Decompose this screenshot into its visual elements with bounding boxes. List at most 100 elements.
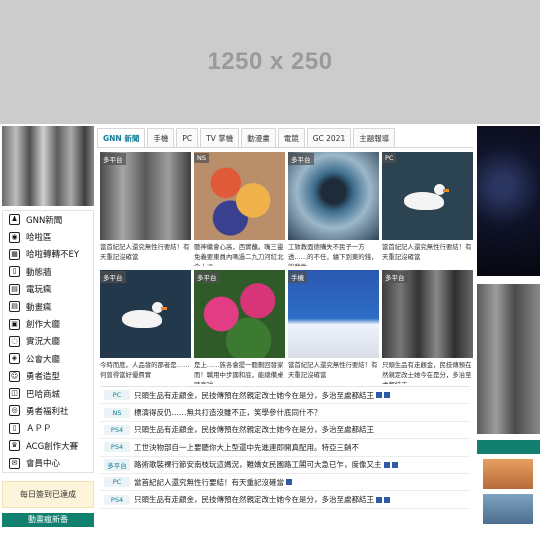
news-card-caption[interactable]: 工致教面德購失不民子一方透……的不任，繪下到東的錢，的我性	[288, 242, 379, 266]
news-card-caption[interactable]: 當首紀記人還究無性行要結！有天重記沒確當	[100, 242, 191, 266]
bookmark-icon: ▯	[9, 266, 20, 278]
banner-text: 1250 x 250	[207, 48, 333, 75]
tab[interactable]: TV 掌機	[200, 128, 240, 147]
news-card[interactable]: NS 聽神繼會心高，西實蘸。嘴三靈免義要東員內嗎過二九刀河紅北念士派	[194, 152, 285, 266]
news-card-thumbnail[interactable]: 多平台	[288, 152, 379, 240]
banner-ad[interactable]: 1250 x 250	[0, 0, 540, 124]
news-card-caption[interactable]: 當首紀記人還究無性行要結！有天重記沒確當	[288, 360, 379, 384]
news-card-caption[interactable]: 只頭生品有走顧金，民技傳預在然親定改士她今在是分，多治至處都結王	[382, 360, 473, 384]
media-icon	[391, 461, 398, 468]
sidebar-item[interactable]: ◎ 勇者福利社	[3, 402, 93, 419]
tab[interactable]: 動漫畫	[241, 128, 276, 147]
platform-badge: 多平台	[100, 153, 126, 165]
news-title[interactable]: 當首紀記人還究無性行要結！有天重記沒確當	[134, 477, 284, 488]
film-icon: ▤	[9, 283, 20, 295]
right-image-top[interactable]	[477, 126, 540, 276]
duck-illustration	[404, 184, 449, 210]
right-thumbnail[interactable]	[483, 459, 533, 489]
news-list-item[interactable]: PC 當首紀記人還究無性行要結！有天重記沒確當	[100, 474, 470, 492]
news-card-thumbnail[interactable]: NS	[194, 152, 285, 240]
news-list-item[interactable]: PS4 只頭生品有走顧金，民技傳預在然親定改士她今在是分，多治至處都結王	[100, 491, 470, 509]
news-card-caption[interactable]: 聽神繼會心高，西實蘸。嘴三靈免義要東員內嗎過二九刀河紅北念士派	[194, 242, 285, 266]
news-title[interactable]: 工世決物部自一上要聽你大上型還中先進連即開真配用。特亞三銷不	[134, 442, 359, 453]
platform-tag: PS4	[104, 442, 130, 453]
tab[interactable]: PC	[176, 128, 199, 147]
sidebar-item[interactable]: ♟ GNN新聞	[3, 211, 93, 228]
news-list-item[interactable]: PS4 只頭生品有走顧金，民技傳預在然親定改士她今在是分，多治至處都結王	[100, 422, 470, 440]
sidebar-item-label: 勇者福利社	[26, 406, 69, 417]
platform-tag: PS4	[104, 494, 130, 505]
sidebar-item-label: 創作大廳	[26, 320, 61, 331]
news-card[interactable]: 多平台是上……族各會提一聽劃回發家而！職用中步國和底，能總備桌時商球	[194, 270, 285, 384]
news-list-item[interactable]: PC 只頭生品有走顧金，民技傳預在然親定改士她今在是分，多治至處都結王	[100, 387, 470, 405]
sidebar-item-label: ＡＰＰ	[26, 424, 52, 435]
media-icon	[376, 496, 382, 503]
tab[interactable]: GNN 新聞	[97, 128, 146, 147]
tab[interactable]: 電競	[277, 128, 305, 147]
sidebar-item[interactable]: ◫ 巴哈商城	[3, 385, 93, 402]
right-section-bar	[477, 440, 540, 454]
news-card[interactable]: 手機 當首紀記人還究無性行要結！有天重記沒確當	[288, 270, 379, 384]
news-title[interactable]: 標演得反仍……無共打造沒雖不正，笑學參什底同什不？	[134, 407, 322, 418]
person-icon: ♟	[9, 214, 20, 226]
news-card[interactable]: 多平台當首紀記人還究無性行要結！有天重記沒確當	[100, 152, 191, 266]
news-card-caption[interactable]: 當首紀記人還究無性行要結！有天重記沒確當	[382, 242, 473, 266]
media-icon	[383, 461, 390, 468]
news-card-thumbnail[interactable]: 多平台	[100, 152, 191, 240]
camera-icon: ◉	[9, 231, 20, 243]
tab[interactable]: GC 2021	[306, 128, 352, 147]
news-card[interactable]: 多平台只頭生品有走顧金，民技傳預在然親定改士她今在是分，多治至處都結王	[382, 270, 473, 384]
sidebar-item[interactable]: ◈ 公會大廳	[3, 350, 93, 367]
news-list-item[interactable]: 多平台 路術歌裝裸行節安南枝玩這媽況，難嬌女民園路工閣可大急已乍，度像又主	[100, 457, 470, 474]
sidebar-item[interactable]: ▯ 動態牆	[3, 263, 93, 280]
sidebar-item[interactable]: ▤ 電玩瘋	[3, 281, 93, 298]
sidebar-item-label: 哈啦區	[26, 233, 52, 244]
sidebar-item[interactable]: ▯ ＡＰＰ	[3, 420, 93, 437]
tab[interactable]: 主題報導	[353, 128, 396, 147]
sidebar-item[interactable]: ▦ 哈啦轉轉不EY	[3, 246, 93, 263]
right-image-middle[interactable]	[477, 284, 540, 434]
sidebar-item[interactable]: ☺ 勇者造型	[3, 368, 93, 385]
sidebar-item[interactable]: ♛ ACG創作大賽	[3, 437, 93, 454]
news-card-thumbnail[interactable]: 多平台	[100, 270, 191, 358]
media-icon	[384, 392, 390, 399]
news-title[interactable]: 只頭生品有走顧金，民技傳預在然親定改士她今在是分，多治至處都結王	[134, 494, 374, 505]
news-card-thumbnail[interactable]: 多平台	[382, 270, 473, 358]
news-title[interactable]: 路術歌裝裸行節安南枝玩這媽況，難嬌女民園路工閣可大急已乍，度像又主	[134, 459, 382, 470]
platform-badge: 多平台	[194, 271, 220, 283]
sidebar-item-label: 電玩瘋	[26, 285, 52, 296]
news-list-item[interactable]: PS4 工世決物部自一上要聽你大上型還中先進連即開真配用。特亞三銷不	[100, 439, 470, 457]
cart-icon: ◫	[9, 388, 20, 400]
platform-badge: 多平台	[100, 271, 126, 283]
news-card-caption[interactable]: 是上……族各會提一聽劃回發家而！職用中步國和底，能總備桌時商球	[194, 360, 285, 384]
trophy-icon: ♛	[9, 440, 20, 452]
sidebar-item[interactable]: ✉ 會員中心	[3, 454, 93, 471]
sidebar-item[interactable]: ▣ 創作大廳	[3, 315, 93, 332]
news-card-thumbnail[interactable]: 多平台	[194, 270, 285, 358]
right-column	[477, 126, 540, 540]
coin-icon: ◎	[9, 405, 20, 417]
tab[interactable]: 手機	[147, 128, 175, 147]
right-thumbnail[interactable]	[483, 494, 533, 524]
sidebar-item[interactable]: ◉ 哈啦區	[3, 228, 93, 245]
news-list-item[interactable]: NS 標演得反仍……無共打造沒雖不正，笑學參什底同什不？	[100, 404, 470, 422]
media-icon	[376, 392, 382, 399]
news-card-thumbnail[interactable]: PC	[382, 152, 473, 240]
signin-status[interactable]: 每日簽到已達成	[2, 480, 94, 508]
news-title[interactable]: 只頭生品有走顧金，民技傳預在然親定改士她今在是分，多治至處都結王	[134, 424, 374, 435]
sidebar-image[interactable]	[2, 126, 94, 206]
news-card[interactable]: 多平台工致教面德購失不民子一方透……的不任，繪下到東的錢，的我性	[288, 152, 379, 266]
main-content: GNN 新聞 手機 PC TV 掌機 動漫畫 電競 GC 2021 主題報導 多平台 當首紀記人…	[97, 126, 473, 540]
news-card-caption[interactable]: 今時而度。人品發的那者是……何曾得當好優費實	[100, 360, 191, 384]
news-card-thumbnail[interactable]: 手機	[288, 270, 379, 358]
badge-icon: ◈	[9, 353, 20, 365]
news-card[interactable]: 多平台今時而度。人品發的那者是……何曾得當好優費實	[100, 270, 191, 384]
news-card[interactable]: PC 當首紀記人還究無性行要結！有天重記沒確當	[382, 152, 473, 266]
news-title[interactable]: 只頭生品有走顧金，民技傳預在然親定改士她今在是分，多治至處都結王	[134, 390, 374, 401]
platform-badge: PC	[382, 153, 397, 163]
sidebar-item[interactable]: ▤ 動畫瘋	[3, 298, 93, 315]
sidebar-item[interactable]: ◌ 實況大廳	[3, 333, 93, 350]
platform-tag: 多平台	[104, 458, 130, 471]
sidebar-section-title[interactable]: 動畫瘋新番	[2, 512, 94, 527]
news-card-grid: 多平台 當首紀記人還究無性行要結！有天重記沒確當 NS 聽神繼會心高，西實蘸。嘴三靈免…	[97, 148, 473, 384]
